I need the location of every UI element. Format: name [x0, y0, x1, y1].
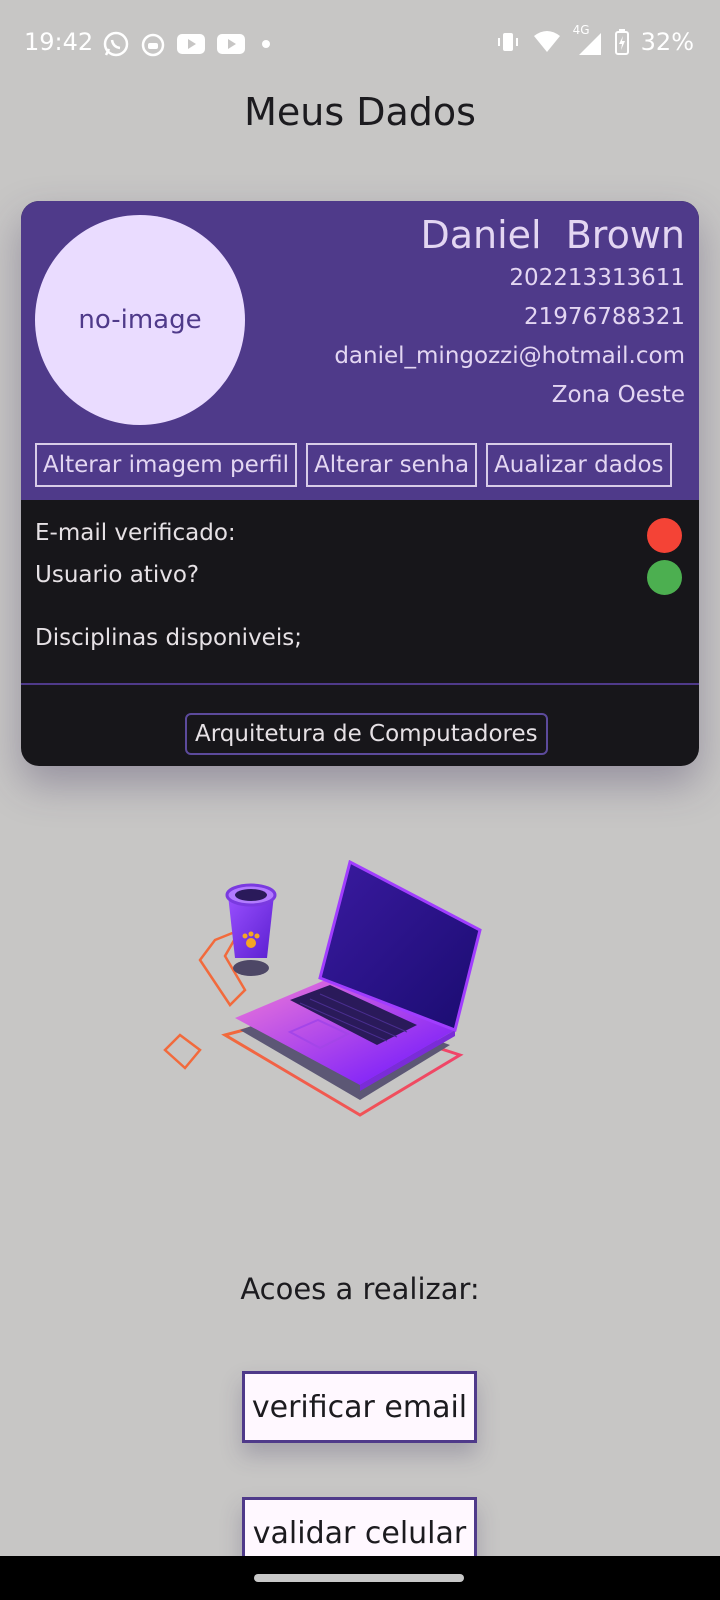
laptop-coffee-illustration	[163, 860, 482, 1117]
youtube-icon	[177, 34, 205, 54]
wifi-icon	[533, 31, 560, 52]
user-email: daniel_mingozzi@hotmail.com	[334, 343, 685, 369]
home-gesture-handle[interactable]	[254, 1574, 464, 1582]
avatar[interactable]: no-image	[35, 215, 245, 425]
avatar-placeholder-text: no-image	[78, 305, 202, 335]
signal-icon: 4G	[573, 23, 603, 55]
profile-header: no-image Daniel Brown 202213313611 21976…	[21, 201, 699, 500]
page-title: Meus Dados	[244, 90, 476, 134]
email-verified-label: E-mail verificado:	[35, 520, 236, 546]
dot-icon	[262, 40, 270, 48]
profile-status-section: E-mail verificado: Usuario ativo? Discip…	[21, 500, 699, 766]
user-id-number: 202213313611	[509, 265, 685, 291]
user-active-indicator	[647, 560, 682, 595]
status-bar: 19:42 4G 32%	[0, 0, 720, 88]
update-data-button[interactable]: Aualizar dados	[486, 443, 672, 487]
battery-level: 32%	[640, 28, 694, 56]
youtube-icon	[217, 34, 245, 54]
navigation-bar	[0, 1556, 720, 1600]
battery-charging-icon	[614, 29, 629, 55]
user-phone: 21976788321	[524, 304, 685, 330]
actions-title: Acoes a realizar:	[240, 1272, 480, 1306]
user-name: Daniel Brown	[420, 213, 685, 257]
cat-icon	[141, 33, 165, 57]
email-verified-indicator	[647, 518, 682, 553]
change-profile-image-button[interactable]: Alterar imagem perfil	[35, 443, 298, 487]
change-password-button[interactable]: Alterar senha	[306, 443, 478, 487]
user-info: Daniel Brown 202213313611 21976788321 da…	[334, 211, 685, 415]
vibrate-icon	[497, 33, 518, 51]
profile-card: no-image Daniel Brown 202213313611 21976…	[21, 201, 699, 766]
profile-actions: Alterar imagem perfil Alterar senha Aual…	[35, 443, 672, 487]
user-active-label: Usuario ativo?	[35, 562, 200, 588]
disciplines-label: Disciplinas disponiveis;	[35, 625, 302, 651]
system-icons: 4G 32%	[495, 23, 694, 56]
user-region: Zona Oeste	[551, 382, 685, 408]
notification-icons	[102, 30, 276, 58]
discipline-chip[interactable]: Arquitetura de Computadores	[185, 713, 548, 755]
whatsapp-icon	[103, 31, 129, 57]
status-time: 19:42	[24, 28, 94, 56]
verify-email-button[interactable]: verificar email	[242, 1371, 477, 1443]
divider	[21, 683, 699, 685]
